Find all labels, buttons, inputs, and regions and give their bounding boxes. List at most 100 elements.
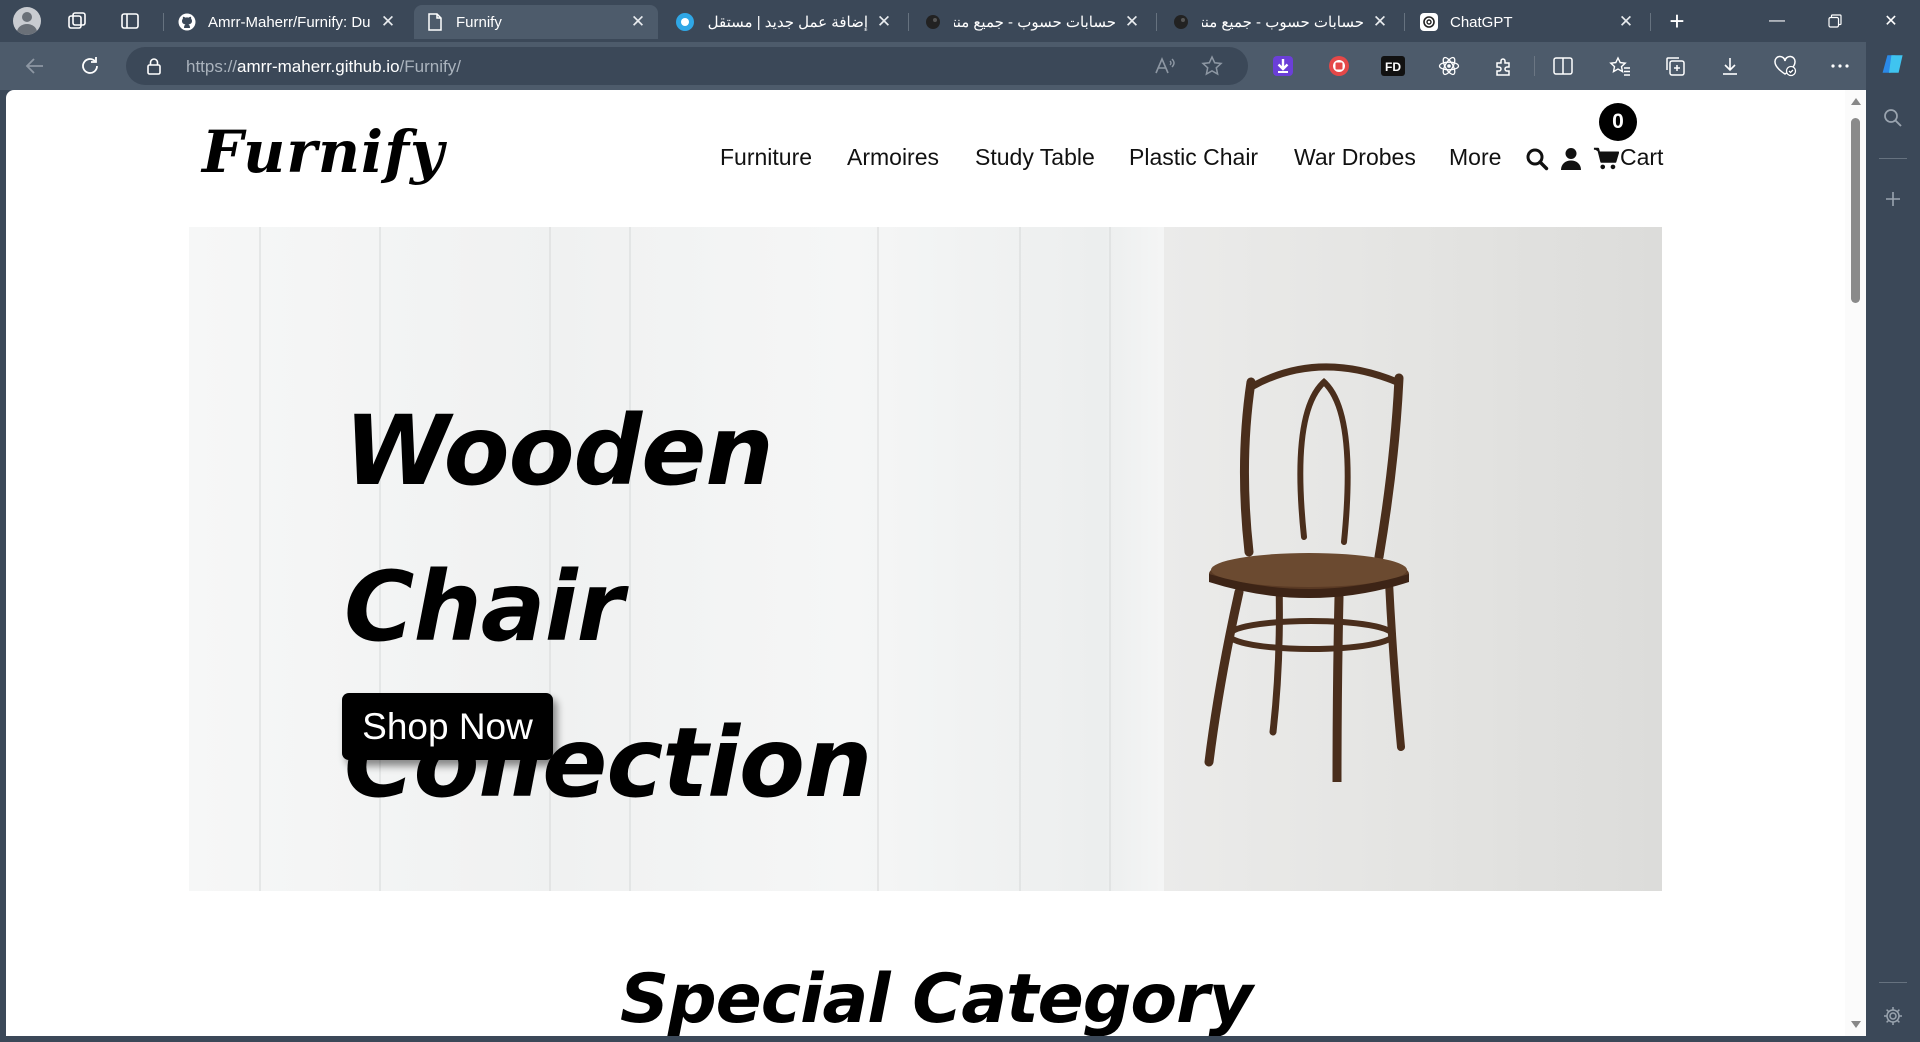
url-text[interactable]: https://amrr-maherr.github.io/Furnify/ — [186, 57, 461, 77]
shop-now-button[interactable]: Shop Now — [342, 693, 553, 760]
profile-avatar-icon — [13, 7, 41, 35]
restore-button[interactable] — [1806, 0, 1864, 42]
close-tab-icon[interactable]: ✕ — [1372, 12, 1388, 32]
refresh-button[interactable] — [75, 51, 105, 81]
tab-title: Furnify — [456, 13, 502, 31]
url-prefix: https:// — [186, 57, 238, 76]
sidebar-separator — [1879, 158, 1907, 159]
download-manager-extension-icon[interactable] — [1271, 54, 1295, 78]
new-tab-button[interactable]: + — [1662, 6, 1692, 36]
browser-essentials-icon[interactable] — [1773, 54, 1797, 78]
nav-armoires[interactable]: Armoires — [847, 144, 939, 171]
curtain-fold — [259, 227, 261, 891]
scroll-up-arrow-icon[interactable] — [1851, 98, 1861, 105]
toolbar-separator — [1534, 56, 1535, 76]
github-icon — [178, 13, 196, 31]
tab-title: حسابات حسوب - جميع منتـ — [1202, 14, 1364, 31]
search-sidebar-icon[interactable] — [1881, 106, 1905, 130]
url-host: amrr-maherr.github.io — [237, 57, 400, 76]
user-icon[interactable] — [1558, 146, 1584, 172]
wooden-chair-image — [1204, 363, 1409, 782]
tab-mostaql[interactable]: إضافة عمل جديد | مستقل ✕ — [664, 5, 904, 39]
extensions-puzzle-icon[interactable] — [1492, 54, 1516, 78]
close-tab-icon[interactable]: ✕ — [876, 12, 892, 32]
add-sidebar-app-icon[interactable] — [1881, 187, 1905, 211]
tab-separator — [908, 13, 909, 31]
close-tab-icon[interactable]: ✕ — [380, 12, 396, 32]
tab-title: إضافة عمل جديد | مستقل — [707, 14, 868, 31]
profile-avatar[interactable] — [12, 6, 42, 36]
favorite-star-icon[interactable] — [1201, 55, 1223, 77]
close-tab-icon[interactable]: ✕ — [1124, 12, 1140, 32]
downloads-icon[interactable] — [1718, 54, 1742, 78]
nav-study-table[interactable]: Study Table — [975, 144, 1095, 171]
hero-title: Wooden Chair Collection — [344, 373, 1044, 841]
section-title: Special Category — [620, 960, 1253, 1036]
tab-github[interactable]: Amrr-Maherr/Furnify: Du ✕ — [166, 5, 408, 39]
hsoub-icon — [1172, 13, 1190, 31]
vertical-tabs-button[interactable] — [115, 6, 145, 36]
page-scrollbar[interactable] — [1845, 90, 1866, 1036]
minimize-button[interactable]: — — [1748, 0, 1806, 42]
restore-icon — [1828, 14, 1842, 28]
fd-extension-icon[interactable]: FD — [1381, 54, 1405, 78]
workspaces-button[interactable] — [62, 6, 92, 36]
close-tab-icon[interactable]: ✕ — [630, 12, 646, 32]
plus-icon: + — [1669, 5, 1685, 36]
record-extension-icon[interactable] — [1327, 54, 1351, 78]
nav-plastic-chair[interactable]: Plastic Chair — [1129, 144, 1258, 171]
tab-hsoub-2[interactable]: حسابات حسوب - جميع منتـ ✕ — [1160, 5, 1400, 39]
tab-separator — [163, 13, 164, 31]
page-icon — [426, 13, 444, 31]
nav-more[interactable]: More — [1449, 144, 1501, 171]
lock-icon — [146, 57, 162, 80]
cart-label[interactable]: Cart — [1620, 144, 1663, 171]
scroll-down-arrow-icon[interactable] — [1851, 1021, 1861, 1028]
tab-strip: Amrr-Maherr/Furnify: Du ✕ Furnify ✕ إضاف… — [0, 0, 1920, 42]
read-aloud-icon[interactable] — [1154, 55, 1176, 77]
hero-title-line-1: Wooden Chair — [344, 395, 774, 663]
mostaql-icon — [676, 13, 694, 31]
svg-text:FD: FD — [1385, 60, 1401, 74]
collections-icon[interactable] — [1663, 54, 1687, 78]
browser-sidebar — [1866, 42, 1920, 1042]
workspaces-icon — [68, 12, 86, 29]
sidebar-separator — [1879, 982, 1907, 983]
site-logo[interactable]: Furnify — [202, 118, 445, 186]
close-tab-icon[interactable]: ✕ — [1618, 12, 1634, 32]
copilot-icon[interactable] — [1881, 52, 1905, 76]
close-window-button[interactable]: ✕ — [1862, 0, 1920, 42]
cart-count-badge: 0 — [1599, 103, 1637, 141]
nav-furniture[interactable]: Furniture — [720, 144, 812, 171]
nav-war-drobes[interactable]: War Drobes — [1294, 144, 1416, 171]
vertical-tabs-icon — [121, 13, 139, 29]
tab-chatgpt[interactable]: ChatGPT ✕ — [1408, 5, 1646, 39]
browser-toolbar: https://amrr-maherr.github.io/Furnify/ F… — [0, 42, 1920, 90]
tab-separator — [1156, 13, 1157, 31]
sidebar-settings-icon[interactable] — [1881, 1004, 1905, 1028]
search-icon[interactable] — [1524, 146, 1550, 172]
tab-title: Amrr-Maherr/Furnify: Du — [208, 13, 371, 31]
hsoub-icon — [924, 13, 942, 31]
tab-title: ChatGPT — [1450, 13, 1513, 31]
close-icon: ✕ — [1884, 13, 1898, 30]
tab-furnify[interactable]: Furnify ✕ — [414, 5, 658, 39]
tab-hsoub-1[interactable]: حسابات حسوب - جميع منتـ ✕ — [912, 5, 1152, 39]
react-devtools-icon[interactable] — [1437, 54, 1461, 78]
url-path: /Furnify/ — [399, 57, 461, 76]
more-menu-icon[interactable] — [1828, 54, 1852, 78]
back-arrow-icon — [25, 58, 43, 74]
tab-title: حسابات حسوب - جميع منتـ — [954, 14, 1116, 31]
shopping-cart-icon[interactable] — [1593, 146, 1619, 172]
minimize-icon: — — [1769, 12, 1785, 29]
tab-separator — [1404, 13, 1405, 31]
tab-separator — [1650, 13, 1651, 31]
split-screen-icon[interactable] — [1551, 54, 1575, 78]
favorites-icon[interactable] — [1608, 54, 1632, 78]
back-button[interactable] — [20, 51, 50, 81]
scrollbar-thumb[interactable] — [1851, 118, 1860, 303]
curtain-fold — [1109, 227, 1111, 891]
refresh-icon — [82, 57, 98, 74]
address-bar[interactable]: https://amrr-maherr.github.io/Furnify/ — [126, 47, 1248, 85]
hero-banner: Wooden Chair Collection Shop Now — [189, 227, 1662, 891]
